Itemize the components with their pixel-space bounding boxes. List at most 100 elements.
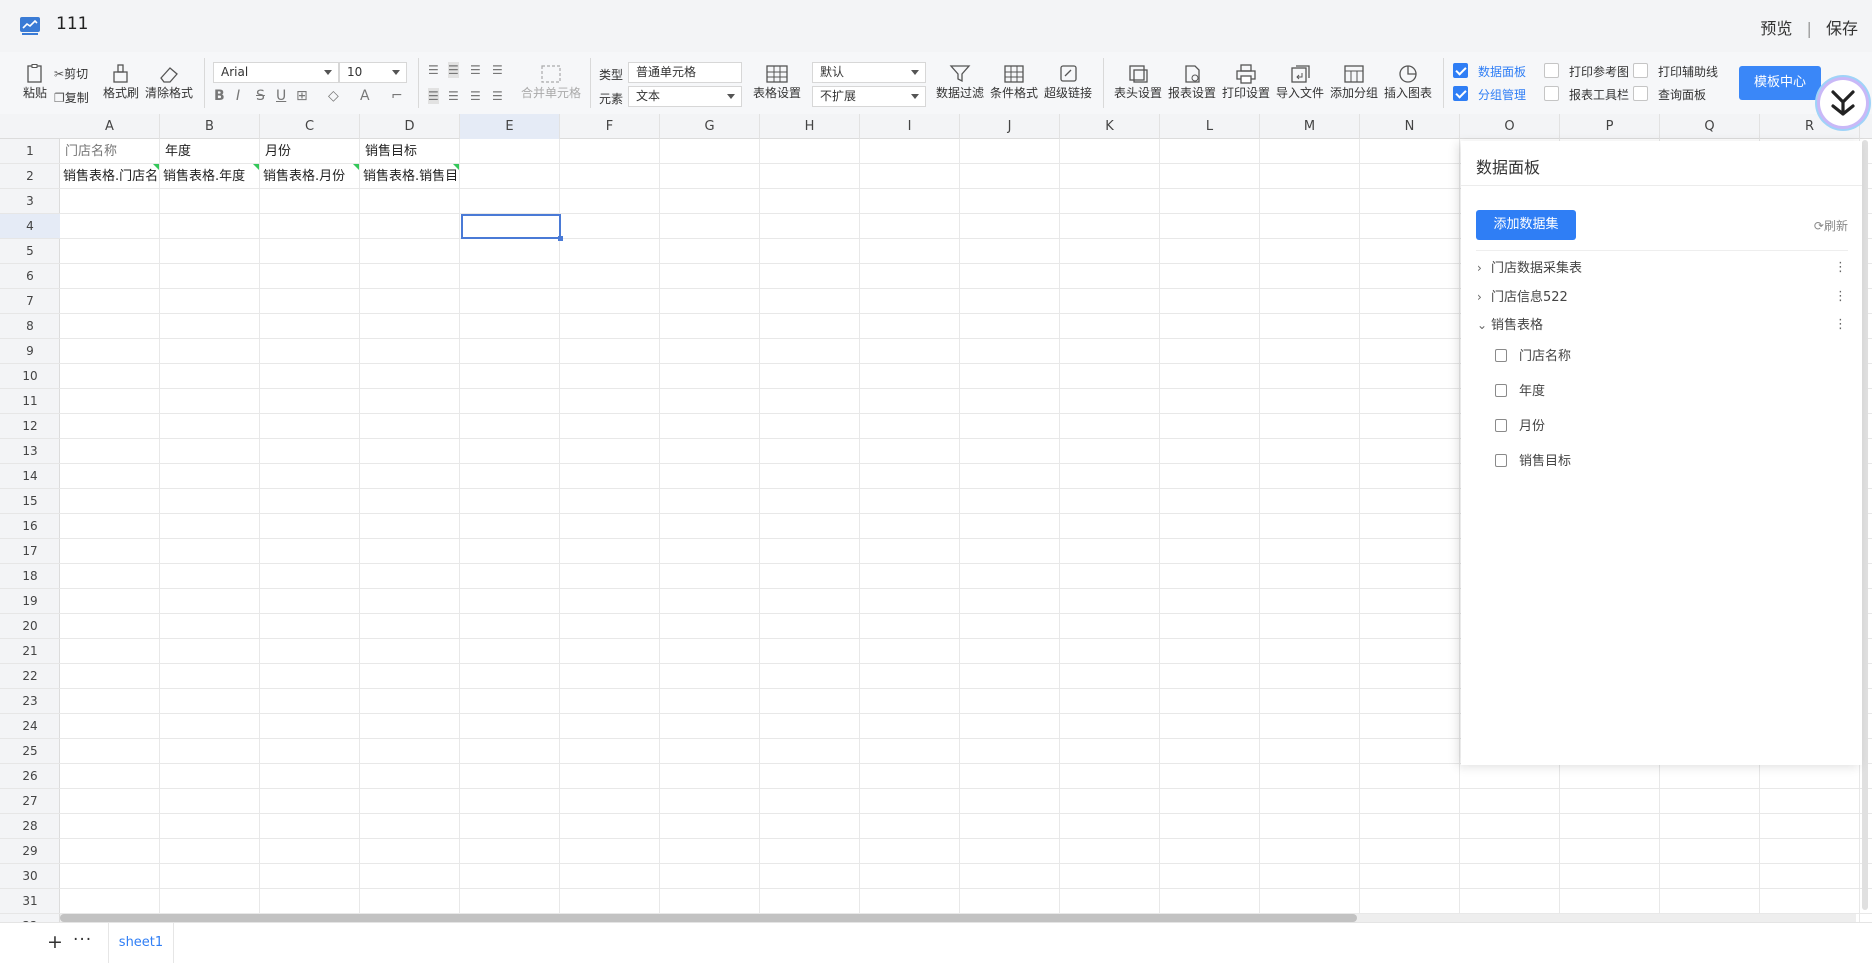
row-header[interactable]: 25 <box>0 739 60 764</box>
italic-icon[interactable]: I <box>236 88 240 104</box>
align-top-icon[interactable]: ☰ <box>428 62 439 78</box>
align-center-icon[interactable]: ☰ <box>448 88 459 104</box>
row-header[interactable]: 5 <box>0 239 60 264</box>
hyperlink-button[interactable]: 超级链接 <box>1043 64 1093 101</box>
group-management-checkbox[interactable] <box>1453 86 1468 101</box>
element-select[interactable]: 文本 <box>628 86 742 107</box>
font-family-select[interactable]: Arial <box>213 62 339 83</box>
row-header[interactable]: 20 <box>0 614 60 639</box>
assistant-avatar-icon[interactable] <box>1820 80 1866 126</box>
row-header[interactable]: 14 <box>0 464 60 489</box>
row-header[interactable]: 19 <box>0 589 60 614</box>
dataset-item[interactable]: › 门店信息522 ⋮ <box>1477 287 1847 307</box>
active-cell-selection[interactable] <box>461 214 563 241</box>
more-sheets-button[interactable]: ··· <box>73 930 92 950</box>
row-header[interactable]: 10 <box>0 364 60 389</box>
align-bottom-icon[interactable]: ☰ <box>470 62 481 78</box>
align-middle-icon[interactable]: ☰ <box>448 62 459 78</box>
column-header[interactable]: H <box>760 114 860 139</box>
align-right-icon[interactable]: ☰ <box>470 88 481 104</box>
column-header[interactable]: C <box>260 114 360 139</box>
border-icon[interactable]: ⊞ <box>296 88 308 104</box>
template-center-button[interactable]: 模板中心 <box>1739 66 1821 100</box>
row-header[interactable]: 9 <box>0 339 60 364</box>
report-toolbar-checkbox[interactable] <box>1544 86 1559 101</box>
row-header[interactable]: 13 <box>0 439 60 464</box>
conditional-format-button[interactable]: 条件格式 <box>989 64 1039 101</box>
field-item[interactable]: 销售目标 <box>1495 452 1571 472</box>
cell-B1[interactable]: 年度 <box>160 139 260 164</box>
fill-color-icon[interactable]: ◇ <box>328 88 339 104</box>
field-item[interactable]: 年度 <box>1495 382 1545 402</box>
print-reference-checkbox[interactable] <box>1544 63 1559 78</box>
copy-button[interactable]: ❐复制 <box>54 89 89 106</box>
paste-button[interactable]: 粘贴 <box>20 64 50 101</box>
import-file-button[interactable]: 导入文件 <box>1274 64 1326 101</box>
align-left-icon[interactable]: ☰ <box>428 88 439 104</box>
dataset-item[interactable]: › 门店数据采集表 ⋮ <box>1477 258 1847 278</box>
preview-button[interactable]: 预览 <box>1760 15 1792 39</box>
row-header[interactable]: 7 <box>0 289 60 314</box>
font-color-icon[interactable]: A <box>360 88 370 104</box>
print-settings-button[interactable]: 打印设置 <box>1220 64 1272 101</box>
kebab-menu-icon[interactable]: ⋮ <box>1834 287 1847 307</box>
add-group-button[interactable]: 添加分组 <box>1328 64 1380 101</box>
column-header[interactable]: J <box>960 114 1060 139</box>
column-header[interactable]: I <box>860 114 960 139</box>
cut-button[interactable]: ✂剪切 <box>54 65 88 82</box>
clear-format-button[interactable]: 清除格式 <box>145 64 193 101</box>
save-button[interactable]: 保存 <box>1826 15 1858 39</box>
row-header[interactable]: 15 <box>0 489 60 514</box>
cell-C2[interactable]: 销售表格.月份 <box>260 164 359 189</box>
font-size-select[interactable]: 10 <box>339 62 407 83</box>
sheet-tab[interactable]: sheet1 <box>108 923 174 963</box>
underline-icon[interactable]: U <box>276 88 286 104</box>
row-header[interactable]: 17 <box>0 539 60 564</box>
vertical-scrollbar[interactable] <box>1862 140 1868 910</box>
kebab-menu-icon[interactable]: ⋮ <box>1834 258 1847 278</box>
column-header[interactable]: O <box>1460 114 1560 139</box>
add-sheet-button[interactable]: + <box>47 931 63 953</box>
cell-D1[interactable]: 销售目标 <box>360 139 460 164</box>
table-settings-button[interactable]: 表格设置 <box>751 64 803 101</box>
row-header[interactable]: 4 <box>0 214 60 239</box>
column-header[interactable]: N <box>1360 114 1460 139</box>
bold-icon[interactable]: B <box>214 88 225 104</box>
column-header[interactable]: L <box>1160 114 1260 139</box>
row-header[interactable]: 3 <box>0 189 60 214</box>
default-select[interactable]: 默认 <box>812 62 926 83</box>
print-guideline-checkbox[interactable] <box>1633 63 1648 78</box>
insert-chart-button[interactable]: 插入图表 <box>1382 64 1434 101</box>
row-header[interactable]: 31 <box>0 889 60 914</box>
expand-select[interactable]: 不扩展 <box>812 86 926 107</box>
column-header[interactable]: F <box>560 114 660 139</box>
column-header[interactable]: B <box>160 114 260 139</box>
column-header[interactable]: Q <box>1660 114 1760 139</box>
refresh-button[interactable]: ⟳刷新 <box>1814 217 1848 234</box>
report-settings-button[interactable]: 报表设置 <box>1166 64 1218 101</box>
row-header[interactable]: 8 <box>0 314 60 339</box>
column-header[interactable]: P <box>1560 114 1660 139</box>
column-header[interactable]: G <box>660 114 760 139</box>
cell-D2[interactable]: 销售表格.销售目 <box>360 164 459 189</box>
data-filter-button[interactable]: 数据过滤 <box>935 64 985 101</box>
column-header[interactable]: A <box>60 114 160 139</box>
merge-cells-button[interactable]: 合并单元格 <box>518 64 584 101</box>
clear-style-icon[interactable]: ⌐ <box>391 88 403 104</box>
header-settings-button[interactable]: 表头设置 <box>1112 64 1164 101</box>
field-item[interactable]: 门店名称 <box>1495 347 1571 367</box>
horizontal-scrollbar-thumb[interactable] <box>60 914 1357 922</box>
row-header[interactable]: 29 <box>0 839 60 864</box>
column-header[interactable]: D <box>360 114 460 139</box>
strikethrough-icon[interactable]: S <box>256 88 265 104</box>
column-header[interactable]: E <box>460 114 560 139</box>
row-header[interactable]: 27 <box>0 789 60 814</box>
cell-A2[interactable]: 销售表格.门店名 <box>60 164 159 189</box>
outdent-icon[interactable]: ☰ <box>492 88 503 104</box>
horizontal-scrollbar[interactable] <box>60 914 1856 922</box>
row-header[interactable]: 2 <box>0 164 60 189</box>
column-header[interactable]: K <box>1060 114 1160 139</box>
row-header[interactable]: 12 <box>0 414 60 439</box>
kebab-menu-icon[interactable]: ⋮ <box>1834 315 1847 335</box>
row-header[interactable]: 26 <box>0 764 60 789</box>
